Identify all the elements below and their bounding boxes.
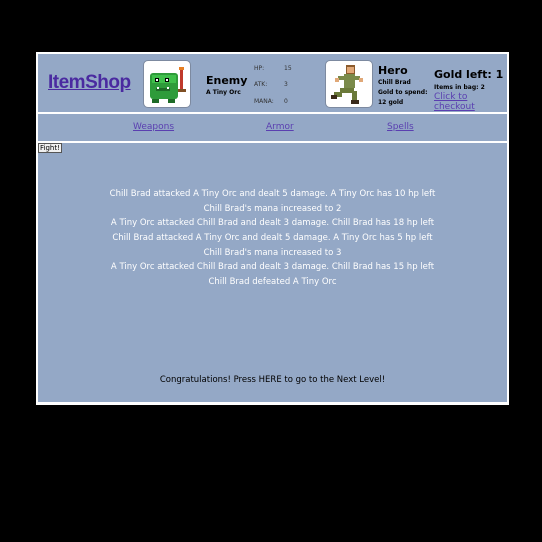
enemy-portrait [143, 60, 191, 108]
fight-button[interactable]: Fight! [38, 143, 62, 153]
enemy-atk-label: ATK: [254, 81, 268, 88]
nav-armor-link[interactable]: Armor [266, 122, 294, 132]
orc-sprite-icon [150, 67, 186, 103]
enemy-hp-label: HP: [254, 65, 265, 72]
log-entry: Chill Brad's mana increased to 3 [203, 247, 342, 258]
next-level-link[interactable]: Congratulations! Press HERE to go to the… [38, 375, 507, 385]
hero-sprite-icon [331, 65, 363, 104]
nav-spells-link[interactable]: Spells [387, 122, 414, 132]
hero-name: Chill Brad [378, 79, 411, 86]
shop-nav: Weapons Armor Spells [38, 114, 507, 141]
battle-log: Chill Brad attacked A Tiny Orc and dealt… [38, 187, 507, 290]
log-entry: A Tiny Orc attacked Chill Brad and dealt… [110, 262, 435, 273]
log-entry: A Tiny Orc attacked Chill Brad and dealt… [110, 218, 435, 229]
enemy-name: A Tiny Orc [206, 89, 241, 96]
battle-panel: Fight! Chill Brad attacked A Tiny Orc an… [38, 143, 507, 402]
log-entry: Chill Brad's mana increased to 2 [203, 203, 342, 214]
enemy-heading: Enemy [206, 74, 248, 87]
hero-gold-label: Gold to spend: [378, 89, 428, 96]
game-window: ItemShop Enemy A Tiny Orc HP: 15 ATK: 3 … [36, 52, 509, 405]
shop-title-link[interactable]: ItemShop [48, 72, 131, 94]
enemy-atk-value: 3 [284, 81, 288, 88]
enemy-mana-value: 0 [284, 98, 288, 105]
nav-weapons-link[interactable]: Weapons [133, 122, 174, 132]
items-in-bag: Items in bag: 2 [434, 84, 485, 91]
header-panel: ItemShop Enemy A Tiny Orc HP: 15 ATK: 3 … [38, 54, 507, 112]
hero-heading: Hero [378, 64, 408, 77]
log-entry: Chill Brad defeated A Tiny Orc [208, 277, 337, 288]
enemy-mana-label: MANA: [254, 98, 274, 105]
hero-gold-value: 12 gold [378, 99, 404, 106]
gold-left: Gold left: 1 [434, 68, 504, 81]
log-entry: Chill Brad attacked A Tiny Orc and dealt… [109, 189, 436, 199]
enemy-hp-value: 15 [284, 65, 292, 72]
hero-portrait [325, 60, 373, 108]
checkout-link[interactable]: Click to checkout [434, 92, 507, 112]
log-entry: Chill Brad attacked A Tiny Orc and dealt… [112, 233, 433, 244]
